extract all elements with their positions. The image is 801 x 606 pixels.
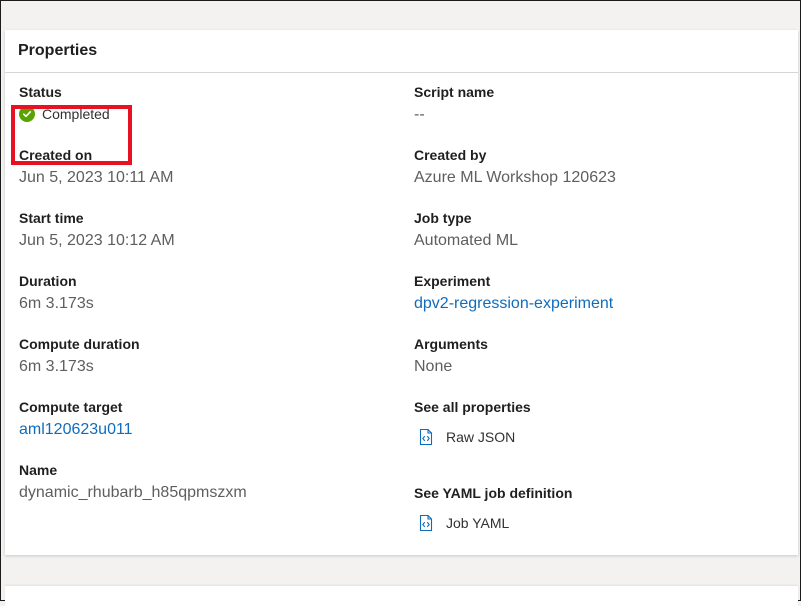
- job-type-value: Automated ML: [414, 232, 519, 249]
- start-time-label: Start time: [19, 210, 84, 226]
- duration-value: 6m 3.173s: [19, 295, 94, 312]
- properties-card: Properties Status Completed Created on J…: [5, 30, 798, 555]
- experiment-label: Experiment: [414, 273, 491, 289]
- property-arguments: Arguments None: [414, 335, 488, 377]
- compute-target-label: Compute target: [19, 399, 123, 415]
- job-type-label: Job type: [414, 210, 472, 226]
- name-value: dynamic_rhubarb_h85qpmszxm: [19, 484, 247, 501]
- raw-json-link[interactable]: Raw JSON: [414, 428, 531, 446]
- property-start-time: Start time Jun 5, 2023 10:12 AM: [19, 209, 175, 251]
- arguments-label: Arguments: [414, 336, 488, 352]
- job-yaml-link[interactable]: Job YAML: [414, 514, 572, 532]
- window-frame: Properties Status Completed Created on J…: [0, 0, 801, 606]
- property-see-all-properties: See all properties Raw JSON: [414, 398, 531, 446]
- property-experiment: Experiment dpv2-regression-experiment: [414, 272, 613, 314]
- property-script-name: Script name --: [414, 83, 494, 125]
- property-created-by: Created by Azure ML Workshop 120623: [414, 146, 616, 188]
- compute-duration-label: Compute duration: [19, 336, 140, 352]
- name-label: Name: [19, 462, 58, 478]
- status-label: Status: [19, 84, 62, 100]
- experiment-link[interactable]: dpv2-regression-experiment: [414, 294, 613, 314]
- card-title: Properties: [18, 42, 98, 59]
- property-duration: Duration 6m 3.173s: [19, 272, 94, 314]
- card-header: Properties: [5, 30, 798, 73]
- created-on-value: Jun 5, 2023 10:11 AM: [19, 169, 174, 186]
- code-file-icon: [419, 428, 433, 446]
- start-time-value: Jun 5, 2023 10:12 AM: [19, 232, 175, 249]
- status-highlight-box: [11, 105, 132, 165]
- compute-duration-value: 6m 3.173s: [19, 358, 94, 375]
- see-all-properties-label: See all properties: [414, 399, 531, 415]
- code-file-icon: [419, 514, 433, 532]
- arguments-value: None: [414, 358, 453, 375]
- duration-label: Duration: [19, 273, 77, 289]
- property-name: Name dynamic_rhubarb_h85qpmszxm: [19, 461, 247, 503]
- script-name-label: Script name: [414, 84, 495, 100]
- property-see-yaml: See YAML job definition Job YAML: [414, 484, 572, 532]
- property-compute-target: Compute target aml120623u011: [19, 398, 133, 440]
- see-yaml-label: See YAML job definition: [414, 485, 573, 501]
- script-name-value: --: [414, 106, 425, 123]
- created-by-label: Created by: [414, 147, 487, 163]
- compute-target-link[interactable]: aml120623u011: [19, 420, 133, 440]
- raw-json-label: Raw JSON: [446, 429, 516, 445]
- property-job-type: Job type Automated ML: [414, 209, 518, 251]
- property-compute-duration: Compute duration 6m 3.173s: [19, 335, 140, 377]
- next-card-edge: [5, 586, 798, 606]
- created-by-value: Azure ML Workshop 120623: [414, 169, 616, 186]
- job-yaml-label: Job YAML: [446, 515, 510, 531]
